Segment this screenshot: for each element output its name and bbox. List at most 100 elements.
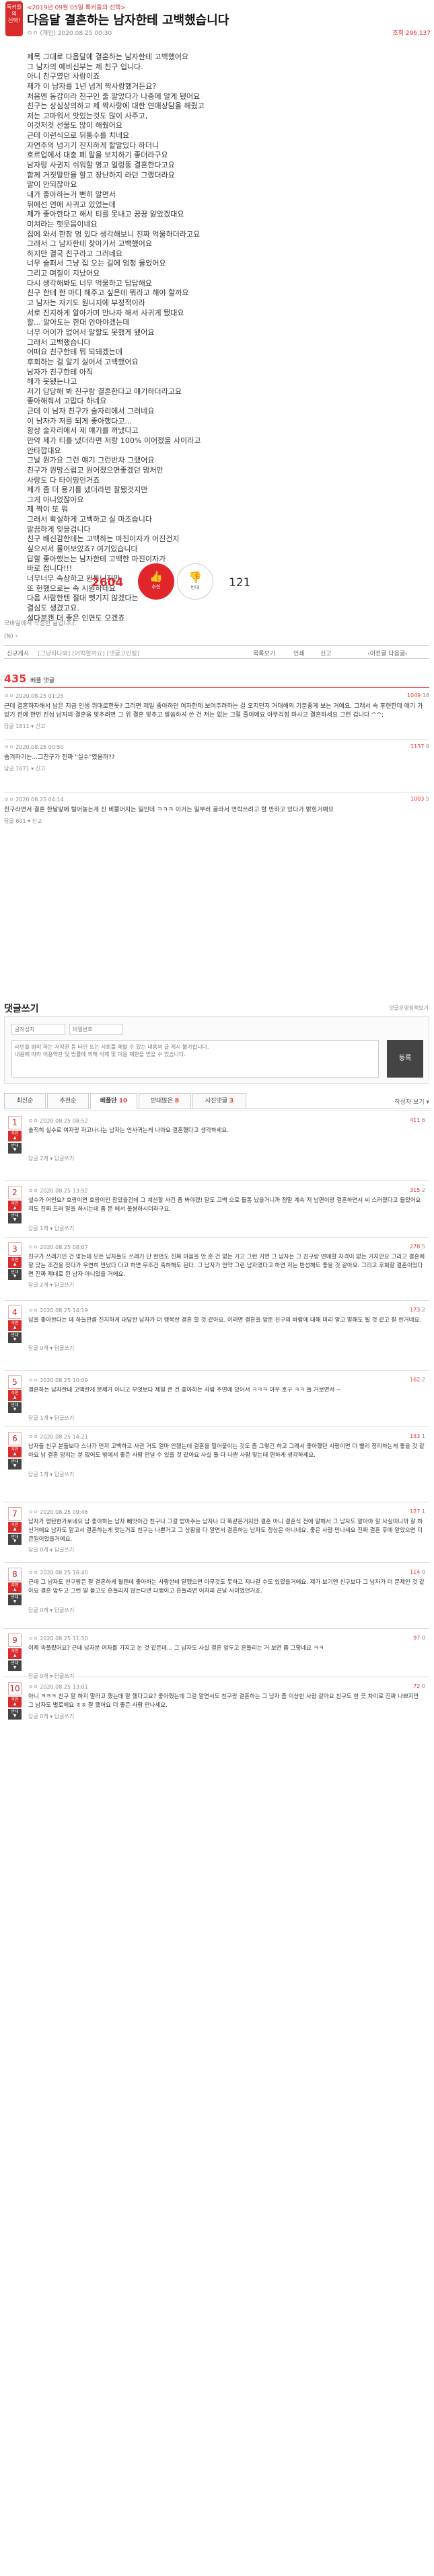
comment-upvote-button[interactable]: 추천 ▲ [8,1390,22,1401]
comment-down-count: 1 [421,1433,425,1439]
comment-upvote-button[interactable]: 추천 ▲ [8,1522,22,1533]
comment-upvote-button[interactable]: 추천 ▲ [8,1697,22,1707]
comment-downvote-button[interactable]: 반대 ▼ [8,1595,22,1605]
comment-policy-link[interactable]: 댓글운영정책보기 [389,1004,429,1012]
oppose-count: 121 [229,576,251,590]
list-button[interactable]: 목록보기 [253,649,275,657]
comment-upvote-button[interactable]: 추천 ▲ [8,1257,22,1268]
divider [4,1237,429,1238]
comment-down-count[interactable]: 6 [426,743,429,750]
comment-tab[interactable]: 베플만 10 [90,1093,137,1109]
comment-date: 2020.08.25 14:19 [40,1307,88,1314]
comment-upvote-button[interactable]: 추천 ▲ [8,1201,22,1211]
body-line: 친구가 원망스럽고 원어졌으면좋겠던 맘처만 [27,465,164,475]
comment-tab[interactable]: 추천순 [47,1093,89,1109]
comment-upvote-button[interactable]: 추천 ▲ [8,1648,22,1659]
comment-up-count[interactable]: 1137 [410,743,424,750]
body-line: 다시 생각해봐도 너무 억울하고 답답해요 [27,278,153,288]
report-link[interactable]: 신고 [32,818,42,824]
best-divider [4,687,429,688]
comment-reply-toggle[interactable]: 답글 0개 ▾ 답글쓰기 [28,1607,74,1614]
comment-reply-toggle[interactable]: 답글 1개 ▾ 답글쓰기 [28,1414,74,1422]
comment-text: 설수가 어인요? 호랑이면 호랑이인 참았을건데 그 계산할 사건 좀 봐야겠!… [28,1197,421,1213]
comment-downvote-button[interactable]: 반대 ▼ [8,1534,22,1545]
comment-upvote-button[interactable]: 추천 ▲ [8,1447,22,1457]
report-link[interactable]: 신고 [36,766,46,772]
comment-form: 등록 [4,1016,429,1084]
comment-downvote-button[interactable]: 반대 ▼ [8,1459,22,1470]
reply-link[interactable]: (N) › [4,633,17,640]
reply-toggle[interactable]: 답글 1611 ▾ [4,723,34,729]
reply-toggle[interactable]: 답글 601 ▾ [4,818,30,824]
comment-tab[interactable]: 반대많은 8 [139,1093,191,1109]
comment-down-count[interactable]: 5 [426,796,429,802]
comment-downvote-button[interactable]: 반대 ▼ [8,1269,22,1280]
body-line: 설다분캔 더 좋은 인연도 오겠죠 [27,613,125,622]
body-line: 제 짝이 또 뭐 [27,505,69,514]
body-line: 처음엔 동갑이라 친구인 줄 알았다가 나중에 알게 됐어요 [27,91,201,101]
best-comments-title: 435 베플 댓글 [4,672,55,685]
comment-rank: 1 [8,1116,22,1129]
comment-downvote-button[interactable]: 반대 ▼ [8,1709,22,1720]
comment-upvote-button[interactable]: 추천 ▲ [8,1582,22,1593]
comment-reply-toggle[interactable]: 답글 0개 ▾ 답글쓰기 [28,1713,74,1720]
comment-reply-toggle[interactable]: 답글 2개 ▾ 답글쓰기 [28,1155,74,1162]
comment-downvote-button[interactable]: 반대 ▼ [8,1213,22,1223]
best-label: 베플 댓글 [30,678,55,684]
comment-footer: 답글 1671 ▾ 신고 [4,765,429,772]
comment-downvote-button[interactable]: 반대 ▼ [8,1402,22,1413]
comment-up-count: 173 [410,1307,421,1313]
name-field[interactable] [11,1024,65,1035]
print-button[interactable]: 인쇄 [293,649,305,657]
divider [4,1300,429,1301]
report-button[interactable]: 신고 [320,649,332,657]
comment-reply-toggle[interactable]: 답글 0개 ▾ 답글쓰기 [28,1344,74,1352]
comment-user: ㅇㅇ [28,1684,38,1690]
badge-line: 톡커들의 [6,4,22,17]
comment-votes: 162 2 [410,1377,425,1383]
comment-reply-toggle[interactable]: 답글 2개 ▾ 답글쓰기 [28,1281,74,1289]
comment-user: ㅇㅇ [4,797,14,803]
body-line: 남자가 친구한테 아직 [27,367,94,376]
oppose-button[interactable]: 👎 반대 [177,563,213,600]
report-link[interactable]: 신고 [36,723,46,729]
comment-votes: 133 1 [410,1433,425,1439]
password-field[interactable] [69,1024,123,1035]
comment-rank: 5 [8,1375,22,1389]
comment-downvote-button[interactable]: 반대 ▼ [8,1660,22,1671]
comment-up-count[interactable]: 1003 [410,796,424,802]
comment-reply-toggle[interactable]: 답글 1개 ▾ 답글쓰기 [28,1225,74,1232]
comment-tab[interactable]: 최신순 [4,1093,46,1109]
comment-user: ㅇㅇ [28,1377,38,1383]
view-count: 조회 296,137 [392,30,431,37]
recommend-button[interactable]: 👍 추천 [138,563,174,600]
comment-header: ㅇㅇ 2020.08.25 10:09 [28,1377,88,1384]
comment-upvote-button[interactable]: 추천 ▲ [8,1131,22,1141]
comment-reply-toggle[interactable]: 답글 1개 ▾ 답글쓰기 [28,1471,74,1478]
body-line: 제가 좋아한다고 해서 티를 못내고 끙끙 앓았겠대요 [27,210,184,219]
body-line: 저는 고마워서 맛있는것도 많이 사주고, [27,111,148,120]
tag-list[interactable]: [그냥하나봐] [어떡할까요] [댓글고민됨] [38,649,139,657]
comment-rank: 4 [8,1305,22,1319]
comment-upvote-button[interactable]: 추천 ▲ [8,1320,22,1331]
comment-textarea[interactable] [11,1040,379,1078]
comment-tab[interactable]: 사진댓글 3 [192,1093,246,1109]
comment-rank: 10 [8,1682,22,1695]
body-line: 그래서 확실하게 고백하고 실 마조습니다 [27,515,153,524]
comment-downvote-button[interactable]: 반대 ▼ [8,1332,22,1343]
comment-down-count[interactable]: 18 [423,692,429,698]
sort-dropdown[interactable]: 작성자 보기 ▾ [394,1097,429,1106]
submit-comment-button[interactable]: 등록 [387,1040,423,1078]
comment-up-count[interactable]: 1049 [407,692,421,698]
comment-downvote-button[interactable]: 반대 ▼ [8,1143,22,1154]
tab-label: 최신순 [16,1098,34,1104]
comment-user: ㅇㅇ [28,1118,38,1124]
badge-line: 선택! [8,17,20,24]
comment-reply-toggle[interactable]: 답글 0개 ▾ 답글쓰기 [28,1546,74,1554]
prev-next-nav[interactable]: ‹이전글 다음글› [367,649,408,657]
comment-votes: 114 0 [410,1569,425,1575]
reply-toggle[interactable]: 답글 1671 ▾ [4,766,34,772]
comment-votes: 315 2 [410,1187,425,1193]
comment-up-count: 411 [410,1117,421,1123]
tab-count: 10 [118,1098,128,1104]
